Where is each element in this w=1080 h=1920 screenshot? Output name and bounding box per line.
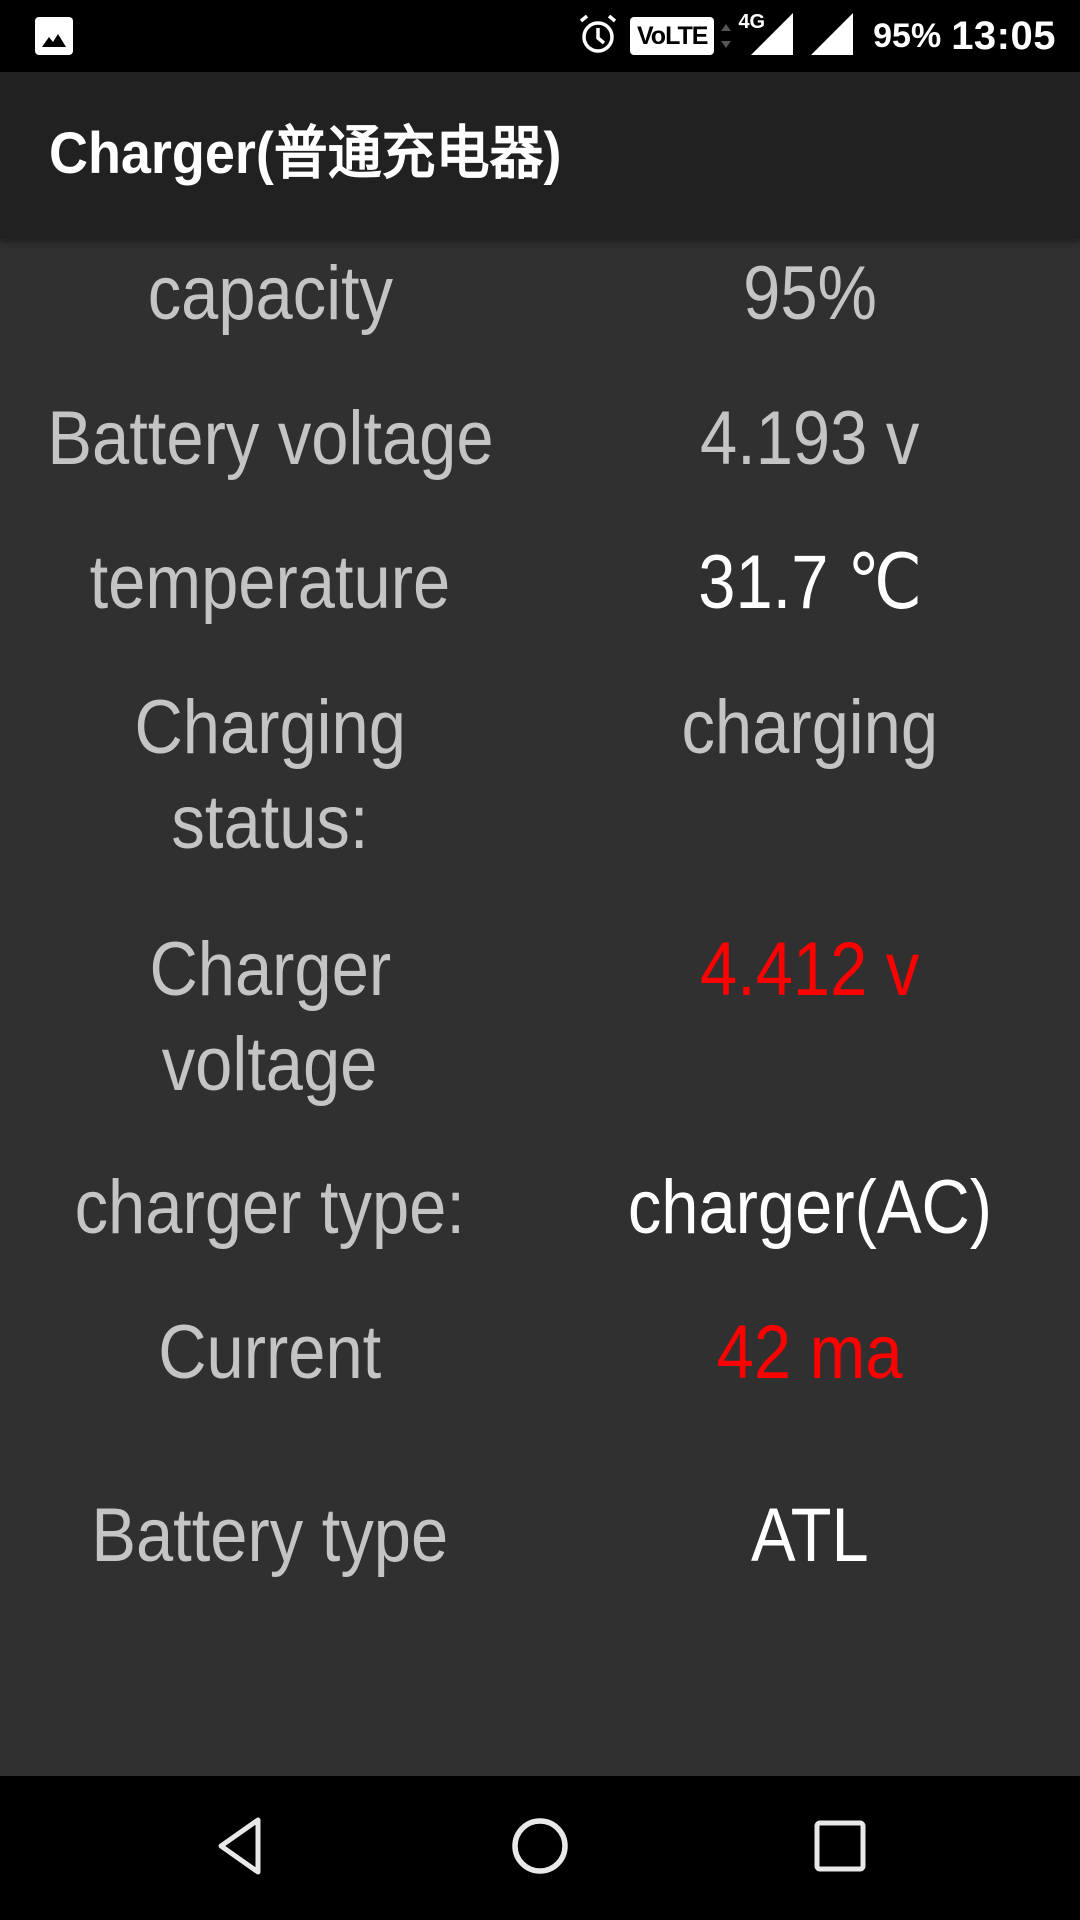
capacity-label: capacity [147, 251, 393, 336]
data-activity-icon [720, 16, 732, 56]
alarm-icon [576, 12, 620, 61]
clock: 13:05 [951, 13, 1056, 58]
network-type-label: 4G [738, 10, 766, 33]
temperature-value: 31.7 ℃ [698, 540, 922, 625]
home-icon [510, 1816, 570, 1881]
current-value: 42 ma [717, 1310, 903, 1395]
page-title: Charger(普通充电器) [49, 121, 562, 186]
charger-voltage-value: 4.412 v [700, 927, 920, 1012]
capacity-value: 95% [743, 251, 877, 336]
volte-icon: VoLTE [629, 17, 715, 55]
temperature-label: temperature [89, 540, 451, 625]
back-button[interactable] [160, 1776, 320, 1920]
gallery-icon [35, 17, 73, 55]
recents-button[interactable] [760, 1776, 920, 1920]
home-button[interactable] [460, 1776, 620, 1920]
charger-voltage-label: Charger voltage [149, 927, 391, 1107]
signal-icon [811, 12, 854, 60]
charging-status-label: Charging status: [134, 685, 406, 865]
status-icons: VoLTE 4G 95% 13:05 [576, 0, 1056, 72]
charger-type-value: charger(AC) [627, 1165, 993, 1250]
charger-type-label: charger type: [74, 1165, 466, 1250]
current-label: Current [158, 1310, 382, 1395]
battery-type-label: Battery type [91, 1493, 449, 1578]
battery-type-value: ATL [751, 1493, 869, 1578]
battery-percent: 95% [873, 16, 942, 55]
battery-info-panel: capacity 95% Battery voltage 4.193 v tem… [0, 239, 1080, 1776]
recents-icon [813, 1819, 867, 1878]
app-bar: Charger(普通充电器) [0, 72, 1080, 239]
back-icon [212, 1816, 268, 1881]
navigation-bar [0, 1776, 1080, 1920]
charging-status-value: charging [681, 685, 939, 770]
status-bar: VoLTE 4G 95% 13:05 [0, 0, 1080, 72]
battery-voltage-value: 4.193 v [700, 396, 920, 481]
battery-voltage-label: Battery voltage [46, 396, 494, 481]
